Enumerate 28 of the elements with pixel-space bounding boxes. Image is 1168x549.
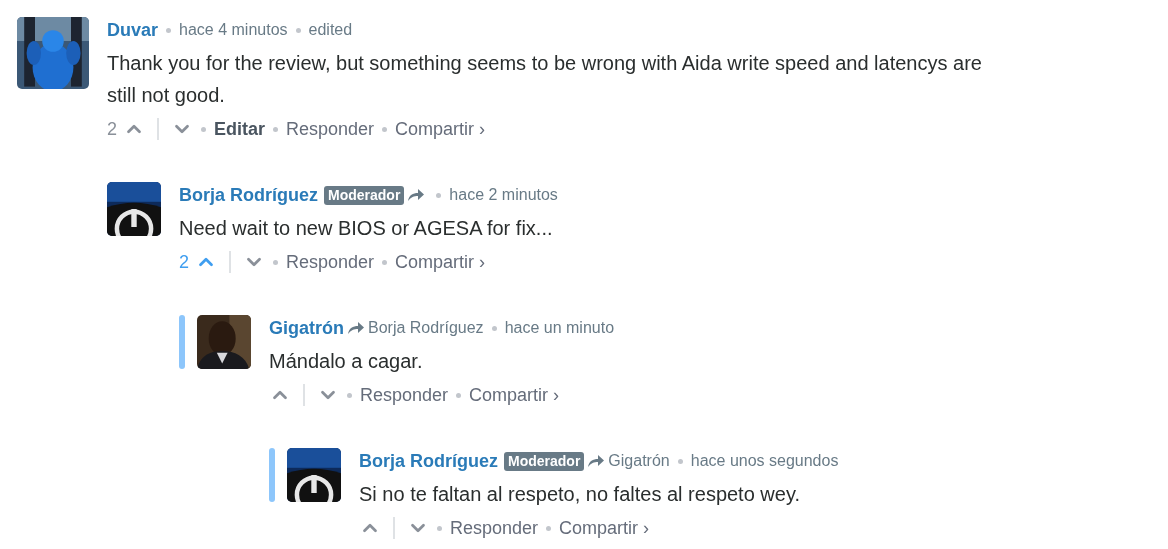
moderator-badge: Moderador [504, 451, 585, 471]
timestamp[interactable]: hace 2 minutos [449, 183, 558, 207]
comment-text: Need wait to new BIOS or AGESA for fix... [179, 216, 554, 241]
timestamp[interactable]: hace unos segundos [690, 449, 839, 473]
comment-text: Si no te faltan al respeto, no faltes al respeto wey. [359, 482, 801, 507]
author-name[interactable]: Borja Rodríguez [179, 181, 318, 209]
author-name[interactable]: Duvar [107, 16, 159, 44]
action-link[interactable]: Responder [286, 248, 375, 276]
action-link[interactable]: Responder [450, 514, 539, 542]
author-name[interactable]: Borja Rodríguez [359, 447, 498, 475]
edited-label: edited [308, 20, 353, 40]
reply-to-name[interactable]: Borja Rodríguez [368, 316, 484, 340]
reply-to-name[interactable]: Gigatrón [608, 449, 670, 473]
comment-text: Mándalo a cagar. [269, 349, 424, 374]
timestamp[interactable]: hace 4 minutos [179, 18, 288, 42]
moderator-badge: Moderador [324, 185, 405, 205]
action-link[interactable]: Compartir › [395, 115, 486, 143]
vote-count: 2 [107, 117, 117, 141]
action-link[interactable]: Compartir › [395, 248, 486, 276]
comment-text: Thank you for the review, but something seems to be wrong with Aida write speed and latencys are still not good. [107, 51, 983, 108]
action-link[interactable]: Compartir › [559, 514, 650, 542]
action-link[interactable]: Responder [360, 381, 449, 409]
timestamp[interactable]: hace un minuto [504, 316, 615, 340]
action-link[interactable]: Responder [286, 115, 375, 143]
action-link[interactable]: Compartir › [469, 381, 560, 409]
author-name[interactable]: Gigatrón [269, 314, 344, 342]
action-link[interactable]: Editar [214, 115, 266, 143]
vote-count: 2 [179, 250, 189, 274]
